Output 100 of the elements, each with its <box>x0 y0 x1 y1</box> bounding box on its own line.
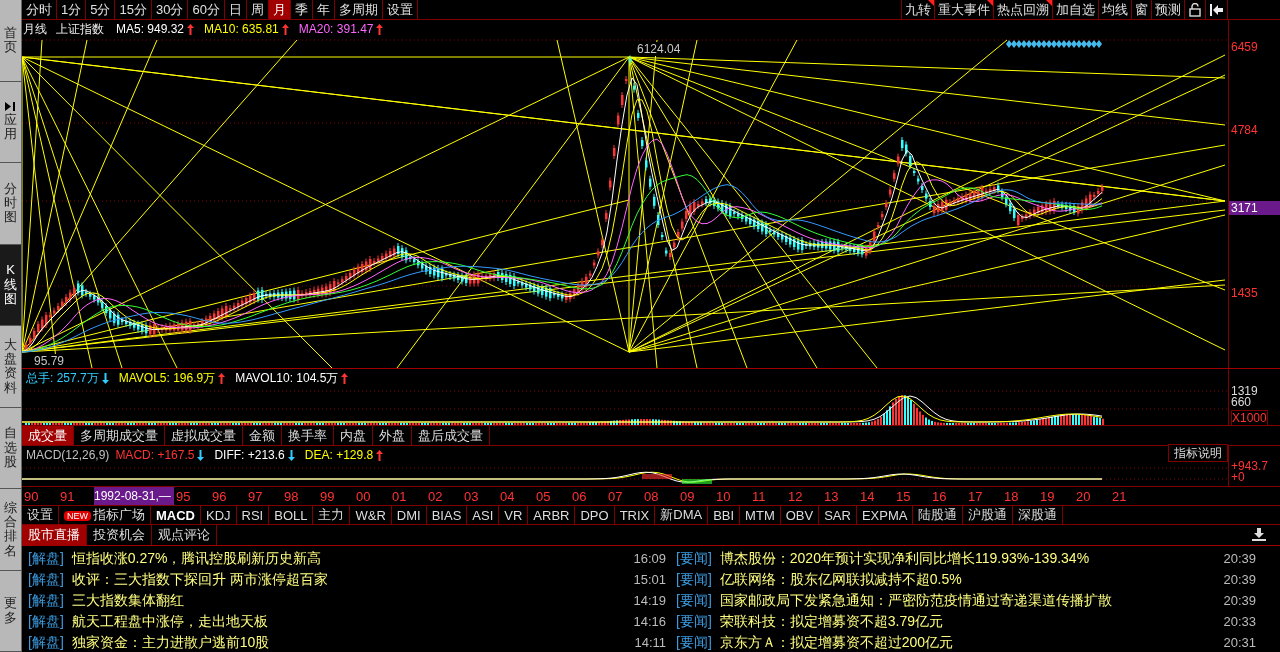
news-tag: [要闻] <box>676 591 712 610</box>
sidebar-tab[interactable]: 应用 <box>0 81 22 163</box>
news-headline[interactable]: 航天工程盘中涨停，走出地天板 <box>71 612 634 631</box>
year-axis-label: 04 <box>499 488 516 504</box>
news-tag: [解盘] <box>28 633 64 652</box>
news-headline[interactable]: 国家邮政局下发紧急通知：严密防范疫情通过寄递渠道传播扩散 <box>719 591 1224 610</box>
year-axis-label: 11 <box>751 488 767 504</box>
indicator-value: MA10: 635.81 <box>204 22 279 36</box>
year-axis-label: 05 <box>535 488 552 504</box>
news-time: 14:19 <box>633 593 666 608</box>
volume-indicator-value: 总手: 257.7万 <box>26 369 99 387</box>
news-headline[interactable]: 恒指收涨0.27%，腾讯控股刷新历史新高 <box>71 549 634 568</box>
news-tag: [解盘] <box>28 612 64 631</box>
indicator-help-button[interactable]: 指标说明 <box>1168 444 1228 462</box>
year-axis-label: 03 <box>463 488 480 504</box>
year-axis-label: 02 <box>427 488 444 504</box>
news-time: 14:16 <box>633 614 666 629</box>
year-axis-label: 01 <box>391 488 408 504</box>
sidebar-tab[interactable]: 综合排名 <box>0 489 22 571</box>
toolbar-button[interactable]: 热点回溯 <box>994 0 1053 19</box>
news-time: 20:39 <box>1223 551 1256 566</box>
price-axis-label: 4784 <box>1231 123 1258 137</box>
volume-indicator-value: MAVOL10: 104.5万 <box>235 369 339 387</box>
lock-icon <box>1189 2 1201 17</box>
news-headline[interactable]: 收评：三大指数下探回升 两市涨停超百家 <box>71 570 634 589</box>
price-axis-label: 3171 <box>1229 201 1280 215</box>
sidebar-tab[interactable]: 大盘资料 <box>0 326 22 408</box>
year-axis-label: 21 <box>1111 488 1128 504</box>
year-axis-label: 20 <box>1075 488 1092 504</box>
toolbar-button[interactable]: 重大事件 <box>935 0 994 19</box>
macd-axis-label: +0 <box>1231 470 1245 484</box>
macd-axis-label: +943.7 <box>1231 459 1269 473</box>
news-time: 20:39 <box>1223 593 1256 608</box>
price-axis-label: 6459 <box>1231 40 1258 54</box>
sidebar-tab[interactable]: K线图 <box>0 244 22 326</box>
news-time: 20:33 <box>1223 614 1256 629</box>
year-axis-label: 98 <box>283 488 300 504</box>
news-time: 20:39 <box>1223 572 1256 587</box>
period-label: 月线 <box>23 20 47 38</box>
year-axis-label: 10 <box>715 488 732 504</box>
news-time: 14:11 <box>634 635 666 650</box>
volume-axis-label: 1319 <box>1231 384 1258 398</box>
news-headline[interactable]: 独家资金：主力进散户逃前10股 <box>71 633 635 652</box>
year-axis-label: 95 <box>175 488 192 504</box>
year-axis-label: 14 <box>859 488 876 504</box>
news-tag: [解盘] <box>28 549 64 568</box>
sidebar-tab[interactable]: 首页 <box>0 0 22 82</box>
news-tag: [解盘] <box>28 570 64 589</box>
year-axis-label: 08 <box>643 488 660 504</box>
volume-axis-label: 660 <box>1231 395 1252 409</box>
toolbar-button[interactable]: 预测 <box>1152 0 1185 19</box>
sidebar-tab[interactable]: 更多 <box>0 570 22 652</box>
macd-indicator-value: DEA: +129.8 <box>304 448 374 462</box>
news-time: 16:09 <box>633 551 666 566</box>
macd-indicator-value: DIFF: +213.6 <box>214 448 285 462</box>
news-tag: [要闻] <box>676 549 712 568</box>
indicator-value: MA20: 391.47 <box>298 22 374 36</box>
year-axis-label: 90 <box>23 488 40 504</box>
cursor-date-label: 1992-08-31,— <box>94 487 174 505</box>
sidebar-tab[interactable]: 自选股 <box>0 407 22 489</box>
back-to-start-icon <box>1210 3 1223 16</box>
indicator-value: MA5: 949.32 <box>116 22 185 36</box>
toolbar-button[interactable]: 九转 <box>901 0 935 19</box>
price-axis-label: 1435 <box>1231 286 1258 300</box>
year-axis-label: 07 <box>607 488 624 504</box>
sidebar-tab[interactable]: 分时图 <box>0 163 22 245</box>
year-axis-label: 19 <box>1039 488 1056 504</box>
year-axis-label: 97 <box>247 488 264 504</box>
download-icon[interactable] <box>1252 528 1266 541</box>
news-headline[interactable]: 三大指数集体翻红 <box>71 591 634 610</box>
new-badge: NEW <box>64 511 91 521</box>
toolbar-button[interactable]: 加自选 <box>1053 0 1099 19</box>
volume-indicator-value: MAVOL5: 196.9万 <box>118 369 216 387</box>
year-axis-label: 99 <box>319 488 336 504</box>
index-name: 上证指数 <box>56 20 104 38</box>
year-axis-label: 12 <box>787 488 804 504</box>
news-tag: [解盘] <box>28 591 64 610</box>
news-headline[interactable]: 亿联网络：股东亿网联拟减持不超0.5% <box>719 570 1224 589</box>
volume-unit-label: X1000 <box>1231 410 1268 426</box>
high-price-label: 6124.04 <box>637 42 681 56</box>
toolbar-button[interactable]: 均线 <box>1099 0 1132 19</box>
news-tab[interactable]: 股市直播 <box>22 525 87 545</box>
news-tag: [要闻] <box>676 570 712 589</box>
news-tag: [要闻] <box>676 612 712 631</box>
year-axis-label: 00 <box>355 488 372 504</box>
year-axis-label: 96 <box>211 488 228 504</box>
news-headline[interactable]: 博杰股份：2020年预计实现净利同比增长119.93%-139.34% <box>719 549 1224 568</box>
news-headline[interactable]: 荣联科技：拟定增募资不超3.79亿元 <box>719 612 1224 631</box>
volume-tab[interactable]: 成交量 <box>22 426 74 445</box>
year-axis-label: 06 <box>571 488 588 504</box>
year-axis-label: 09 <box>679 488 696 504</box>
year-axis-label: 18 <box>1003 488 1020 504</box>
news-time: 15:01 <box>633 572 666 587</box>
news-time: 20:31 <box>1223 635 1256 650</box>
year-axis-label: 17 <box>967 488 984 504</box>
low-price-label: 95.79 <box>34 354 65 368</box>
period-tab[interactable]: 月 <box>268 0 291 19</box>
year-axis-label: 13 <box>823 488 840 504</box>
news-headline[interactable]: 京东方Ａ：拟定增募资不超过200亿元 <box>719 633 1224 652</box>
macd-indicator-value: MACD(12,26,9) <box>26 448 110 462</box>
